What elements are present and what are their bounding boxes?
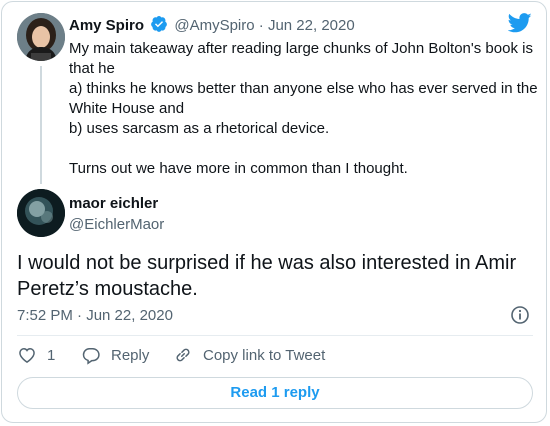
- author-handle[interactable]: @AmySpiro: [174, 17, 254, 34]
- reply-author-handle[interactable]: @EichlerMaor: [69, 215, 164, 235]
- original-tweet-text: My main takeaway after reading large chu…: [69, 39, 539, 179]
- reply-author-name[interactable]: maor eichler: [69, 194, 158, 214]
- reply-button[interactable]: Reply: [81, 345, 149, 365]
- like-button[interactable]: 1: [17, 345, 55, 365]
- heart-icon: [19, 347, 35, 363]
- copy-link-label: Copy link to Tweet: [203, 346, 326, 364]
- reply-timestamp[interactable]: 7:52 PM · Jun 22, 2020: [17, 306, 173, 326]
- tweet-line: a) thinks he knows better than anyone el…: [69, 80, 538, 117]
- reply-tweet-text: I would not be surprised if he was also …: [17, 252, 517, 300]
- twitter-bird-icon[interactable]: [507, 13, 532, 38]
- copy-link-button[interactable]: Copy link to Tweet: [173, 345, 325, 365]
- tweet-line: b) uses sarcasm as a rhetorical device.: [69, 120, 330, 137]
- verified-badge-icon: [150, 15, 168, 39]
- like-count: 1: [47, 346, 56, 364]
- amy-spiro-avatar[interactable]: [17, 13, 65, 61]
- reply-icon: [82, 348, 100, 365]
- reply-label: Reply: [111, 346, 150, 364]
- divider: [17, 335, 533, 336]
- original-tweet-date[interactable]: Jun 22, 2020: [268, 17, 355, 34]
- original-tweet-header: Amy Spiro @AmySpiro · Jun 22, 2020: [69, 15, 355, 39]
- separator-dot: ·: [258, 17, 264, 34]
- info-icon[interactable]: [510, 305, 530, 330]
- maor-eichler-avatar[interactable]: [17, 189, 65, 237]
- tweet-closing-line: Turns out we have more in common than I …: [69, 160, 408, 177]
- thread-connector-line: [40, 66, 42, 184]
- read-replies-button[interactable]: Read 1 reply: [17, 377, 533, 409]
- tweet-line: My main takeaway after reading large chu…: [69, 40, 533, 77]
- link-icon: [176, 348, 190, 362]
- author-name[interactable]: Amy Spiro: [69, 17, 144, 34]
